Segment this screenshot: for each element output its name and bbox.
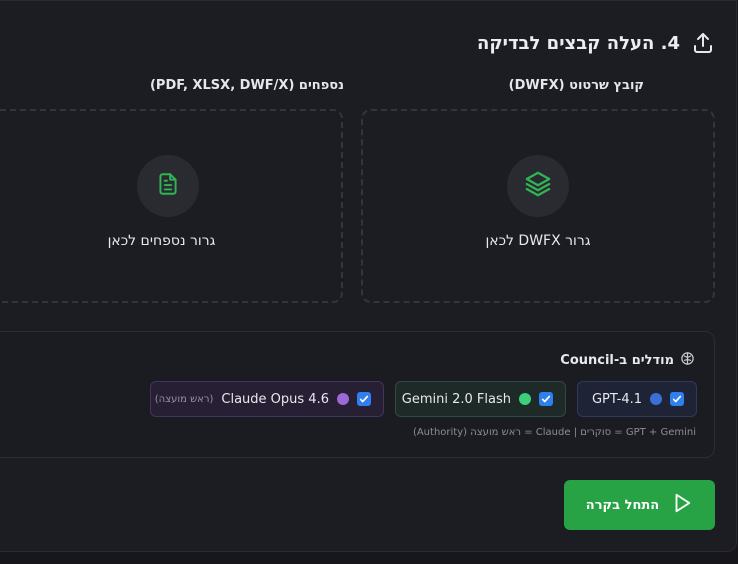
dropzone-icon-circle [137, 155, 199, 217]
start-review-button[interactable]: התחל בקרה [564, 480, 715, 530]
checkbox-checked-icon[interactable] [539, 392, 553, 406]
model-role-tag: (ראש מועצה) [154, 393, 214, 405]
council-note: GPT + Gemini = סוקרים | Claude = ראש מוע… [412, 427, 696, 438]
model-toggle-gemini[interactable]: Gemini 2.0 Flash [395, 381, 566, 417]
layers-icon [523, 169, 553, 203]
model-color-dot [519, 393, 531, 405]
model-color-dot [650, 393, 662, 405]
model-toggle-gpt[interactable]: GPT-4.1 [577, 381, 697, 417]
council-panel: מודלים ב-Council GPT-4.1 Gemini 2.0 Flas… [0, 331, 715, 458]
upload-icon [690, 30, 716, 56]
drawing-drop-text: גרור DWFX לכאן [485, 233, 591, 249]
attachments-label: נספחים (PDF, XLSX, DWF/X) [149, 78, 344, 93]
model-color-dot [337, 393, 349, 405]
drawing-label: קובץ שרטוט (DWFX) [508, 78, 644, 93]
checkbox-checked-icon[interactable] [357, 392, 371, 406]
section-header: 4. העלה קבצים לבדיקה [477, 30, 716, 56]
drawing-dropzone[interactable]: גרור DWFX לכאן [361, 109, 715, 303]
checkbox-checked-icon[interactable] [670, 392, 684, 406]
start-review-label: התחל בקרה [585, 497, 660, 513]
play-icon [671, 492, 693, 518]
model-name: Claude Opus 4.6 [221, 391, 329, 407]
brain-icon [680, 351, 695, 370]
attachments-dropzone[interactable]: גרור נספחים לכאן [0, 109, 343, 303]
model-name: GPT-4.1 [591, 391, 642, 407]
file-text-icon [155, 171, 181, 201]
council-title: מודלים ב-Council [560, 353, 674, 368]
attachments-drop-text: גרור נספחים לכאן [107, 233, 216, 249]
model-name: Gemini 2.0 Flash [401, 391, 511, 407]
model-toggle-claude[interactable]: Claude Opus 4.6 (ראש מועצה) [150, 381, 384, 417]
section-title: 4. העלה קבצים לבדיקה [477, 32, 680, 54]
council-header: מודלים ב-Council [560, 351, 695, 370]
dropzone-icon-circle [507, 155, 569, 217]
